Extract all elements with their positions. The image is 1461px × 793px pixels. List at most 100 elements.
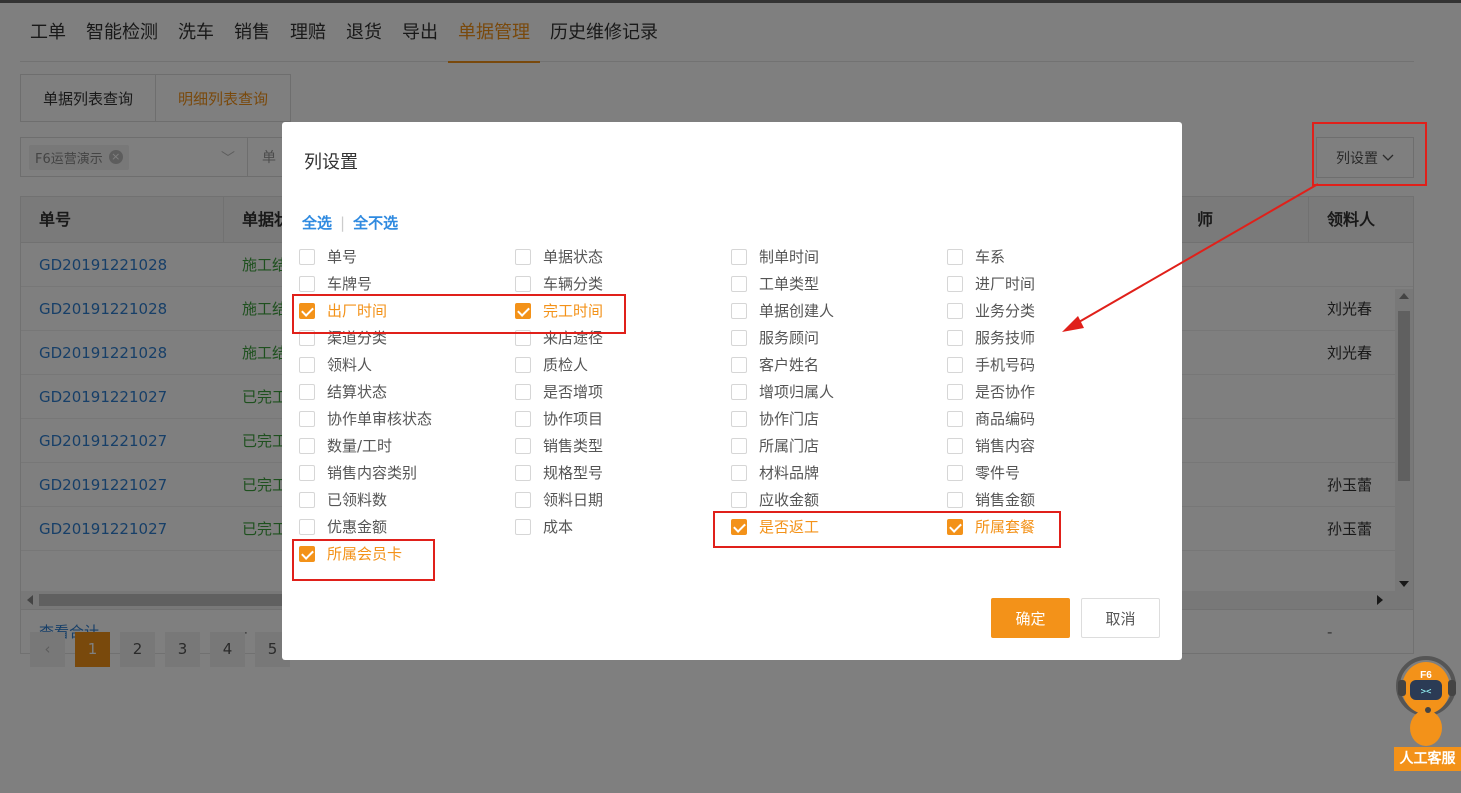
column-option[interactable]: 协作单审核状态 <box>299 408 432 429</box>
column-option[interactable]: 所属门店 <box>731 435 819 456</box>
checkbox-icon[interactable] <box>515 437 531 454</box>
column-option[interactable]: 工单类型 <box>731 273 819 294</box>
column-option[interactable]: 零件号 <box>947 462 1020 483</box>
checkbox-icon[interactable] <box>515 248 531 265</box>
column-option[interactable]: 协作项目 <box>515 408 603 429</box>
checkbox-icon[interactable] <box>299 491 315 508</box>
checkbox-icon[interactable] <box>299 329 315 346</box>
checkbox-icon[interactable] <box>515 275 531 292</box>
checkbox-icon[interactable] <box>731 491 747 508</box>
column-option[interactable]: 结算状态 <box>299 381 387 402</box>
checkbox-icon[interactable] <box>515 464 531 481</box>
column-option[interactable]: 车牌号 <box>299 273 372 294</box>
column-option[interactable]: 销售内容 <box>947 435 1035 456</box>
column-option-label: 工单类型 <box>759 275 820 293</box>
checkbox-icon[interactable] <box>731 383 747 400</box>
checkbox-icon[interactable] <box>515 491 531 508</box>
column-option[interactable]: 质检人 <box>515 354 588 375</box>
column-option[interactable]: 手机号码 <box>947 354 1035 375</box>
select-none-link[interactable]: 全不选 <box>353 212 398 233</box>
column-option[interactable]: 增项归属人 <box>731 381 834 402</box>
checkbox-icon[interactable] <box>731 356 747 373</box>
column-option-label: 销售内容类别 <box>327 464 418 482</box>
checkbox-icon[interactable] <box>515 410 531 427</box>
column-option[interactable]: 完工时间 <box>515 300 603 321</box>
checkbox-icon[interactable] <box>731 464 747 481</box>
customer-service-label[interactable]: 人工客服 <box>1394 747 1461 771</box>
checkbox-icon[interactable] <box>299 464 315 481</box>
checkbox-icon[interactable] <box>947 356 963 373</box>
checkbox-icon[interactable] <box>299 275 315 292</box>
column-option[interactable]: 优惠金额 <box>299 516 387 537</box>
column-option[interactable]: 是否增项 <box>515 381 603 402</box>
checkbox-icon[interactable] <box>947 410 963 427</box>
checkbox-icon[interactable] <box>731 248 747 265</box>
checkbox-icon[interactable] <box>947 464 963 481</box>
column-option[interactable]: 所属套餐 <box>947 516 1035 537</box>
column-option[interactable]: 单据创建人 <box>731 300 834 321</box>
column-option[interactable]: 材料品牌 <box>731 462 819 483</box>
column-option-label: 渠道分类 <box>327 329 388 347</box>
checkbox-icon[interactable] <box>299 356 315 373</box>
checkbox-icon[interactable] <box>731 437 747 454</box>
checkbox-icon[interactable] <box>515 329 531 346</box>
column-option[interactable]: 领料人 <box>299 354 372 375</box>
checkbox-icon[interactable] <box>947 248 963 265</box>
column-option[interactable]: 协作门店 <box>731 408 819 429</box>
checkbox-icon[interactable] <box>731 275 747 292</box>
checkbox-icon[interactable] <box>947 383 963 400</box>
column-option[interactable]: 成本 <box>515 516 573 537</box>
checkbox-icon[interactable] <box>947 437 963 454</box>
checkbox-icon[interactable] <box>947 302 963 319</box>
column-option[interactable]: 领料日期 <box>515 489 603 510</box>
column-option[interactable]: 数量/工时 <box>299 435 392 456</box>
column-option[interactable]: 出厂时间 <box>299 300 387 321</box>
column-option[interactable]: 商品编码 <box>947 408 1035 429</box>
checkbox-icon[interactable] <box>299 248 315 265</box>
checkbox-icon[interactable] <box>299 302 315 319</box>
column-option[interactable]: 车系 <box>947 246 1005 267</box>
checkbox-icon[interactable] <box>515 518 531 535</box>
column-option-label: 所属套餐 <box>975 518 1036 536</box>
column-option[interactable]: 渠道分类 <box>299 327 387 348</box>
column-option[interactable]: 销售金额 <box>947 489 1035 510</box>
column-option[interactable]: 应收金额 <box>731 489 819 510</box>
column-option-label: 车辆分类 <box>543 275 604 293</box>
checkbox-icon[interactable] <box>299 518 315 535</box>
checkbox-icon[interactable] <box>731 410 747 427</box>
checkbox-icon[interactable] <box>515 383 531 400</box>
column-option[interactable]: 是否协作 <box>947 381 1035 402</box>
column-option[interactable]: 单号 <box>299 246 357 267</box>
column-option[interactable]: 单据状态 <box>515 246 603 267</box>
column-option[interactable]: 制单时间 <box>731 246 819 267</box>
checkbox-icon[interactable] <box>299 410 315 427</box>
column-option[interactable]: 所属会员卡 <box>299 543 402 564</box>
confirm-button[interactable]: 确定 <box>991 598 1070 638</box>
checkbox-icon[interactable] <box>947 329 963 346</box>
checkbox-icon[interactable] <box>515 302 531 319</box>
column-option[interactable]: 已领料数 <box>299 489 387 510</box>
column-option[interactable]: 销售内容类别 <box>299 462 417 483</box>
checkbox-icon[interactable] <box>731 329 747 346</box>
checkbox-icon[interactable] <box>731 518 747 535</box>
checkbox-icon[interactable] <box>947 518 963 535</box>
column-option[interactable]: 进厂时间 <box>947 273 1035 294</box>
column-option[interactable]: 车辆分类 <box>515 273 603 294</box>
cancel-button[interactable]: 取消 <box>1081 598 1160 638</box>
checkbox-icon[interactable] <box>731 302 747 319</box>
column-option[interactable]: 来店途径 <box>515 327 603 348</box>
select-all-link[interactable]: 全选 <box>302 212 332 233</box>
column-option[interactable]: 客户姓名 <box>731 354 819 375</box>
checkbox-icon[interactable] <box>947 491 963 508</box>
checkbox-icon[interactable] <box>299 383 315 400</box>
checkbox-icon[interactable] <box>299 437 315 454</box>
checkbox-icon[interactable] <box>947 275 963 292</box>
column-option[interactable]: 规格型号 <box>515 462 603 483</box>
column-option[interactable]: 服务顾问 <box>731 327 819 348</box>
column-option[interactable]: 业务分类 <box>947 300 1035 321</box>
column-option[interactable]: 销售类型 <box>515 435 603 456</box>
checkbox-icon[interactable] <box>299 545 315 562</box>
checkbox-icon[interactable] <box>515 356 531 373</box>
column-option[interactable]: 是否返工 <box>731 516 819 537</box>
column-option[interactable]: 服务技师 <box>947 327 1035 348</box>
